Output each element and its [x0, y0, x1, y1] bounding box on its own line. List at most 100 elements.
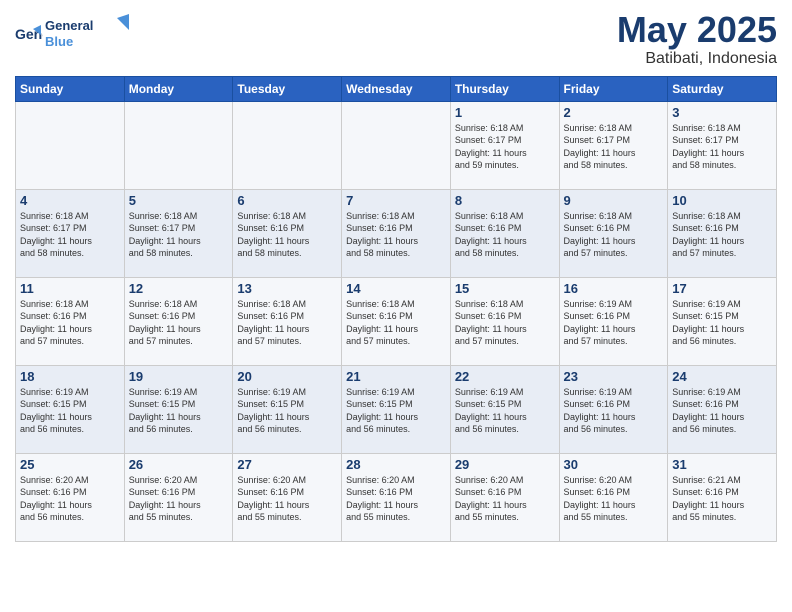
- table-row: 20 Sunrise: 6:19 AM Sunset: 6:15 PM Dayli…: [233, 365, 342, 453]
- day-info: Sunrise: 6:18 AM Sunset: 6:16 PM Dayligh…: [346, 298, 446, 348]
- day-number: 24: [672, 369, 772, 384]
- day-number: 15: [455, 281, 555, 296]
- table-row: 10 Sunrise: 6:18 AM Sunset: 6:16 PM Dayli…: [668, 189, 777, 277]
- col-sunday: Sunday: [16, 76, 125, 101]
- day-number: 3: [672, 105, 772, 120]
- calendar-body: 1 Sunrise: 6:18 AM Sunset: 6:17 PM Daylig…: [16, 101, 777, 541]
- day-number: 7: [346, 193, 446, 208]
- day-info: Sunrise: 6:18 AM Sunset: 6:16 PM Dayligh…: [455, 298, 555, 348]
- table-row: 21 Sunrise: 6:19 AM Sunset: 6:15 PM Dayli…: [342, 365, 451, 453]
- table-row: 24 Sunrise: 6:19 AM Sunset: 6:16 PM Dayli…: [668, 365, 777, 453]
- week-row-5: 25 Sunrise: 6:20 AM Sunset: 6:16 PM Dayli…: [16, 453, 777, 541]
- day-info: Sunrise: 6:19 AM Sunset: 6:15 PM Dayligh…: [346, 386, 446, 436]
- day-info: Sunrise: 6:18 AM Sunset: 6:17 PM Dayligh…: [672, 122, 772, 172]
- table-row: 16Sunrise: 6:19 AM Sunset: 6:16 PM Dayli…: [559, 277, 668, 365]
- col-tuesday: Tuesday: [233, 76, 342, 101]
- day-info: Sunrise: 6:18 AM Sunset: 6:17 PM Dayligh…: [564, 122, 664, 172]
- day-number: 18: [20, 369, 120, 384]
- day-info: Sunrise: 6:20 AM Sunset: 6:16 PM Dayligh…: [455, 474, 555, 524]
- day-info: Sunrise: 6:18 AM Sunset: 6:17 PM Dayligh…: [455, 122, 555, 172]
- table-row: 26Sunrise: 6:20 AM Sunset: 6:16 PM Dayli…: [124, 453, 233, 541]
- day-info: Sunrise: 6:19 AM Sunset: 6:16 PM Dayligh…: [564, 298, 664, 348]
- day-info: Sunrise: 6:19 AM Sunset: 6:16 PM Dayligh…: [672, 386, 772, 436]
- col-friday: Friday: [559, 76, 668, 101]
- day-number: 14: [346, 281, 446, 296]
- day-number: 17: [672, 281, 772, 296]
- logo: General General Blue: [15, 14, 135, 57]
- week-row-2: 4 Sunrise: 6:18 AM Sunset: 6:17 PM Daylig…: [16, 189, 777, 277]
- table-row: 11Sunrise: 6:18 AM Sunset: 6:16 PM Dayli…: [16, 277, 125, 365]
- table-row: 29Sunrise: 6:20 AM Sunset: 6:16 PM Dayli…: [450, 453, 559, 541]
- table-row: 19 Sunrise: 6:19 AM Sunset: 6:15 PM Dayli…: [124, 365, 233, 453]
- day-number: 12: [129, 281, 229, 296]
- table-row: 6 Sunrise: 6:18 AM Sunset: 6:16 PM Daylig…: [233, 189, 342, 277]
- day-info: Sunrise: 6:21 AM Sunset: 6:16 PM Dayligh…: [672, 474, 772, 524]
- day-info: Sunrise: 6:18 AM Sunset: 6:16 PM Dayligh…: [237, 210, 337, 260]
- table-row: 30Sunrise: 6:20 AM Sunset: 6:16 PM Dayli…: [559, 453, 668, 541]
- location-subtitle: Batibati, Indonesia: [617, 50, 777, 68]
- table-row: [124, 101, 233, 189]
- table-row: 3 Sunrise: 6:18 AM Sunset: 6:17 PM Daylig…: [668, 101, 777, 189]
- day-number: 4: [20, 193, 120, 208]
- day-number: 27: [237, 457, 337, 472]
- day-number: 9: [564, 193, 664, 208]
- day-number: 28: [346, 457, 446, 472]
- day-number: 2: [564, 105, 664, 120]
- table-row: [233, 101, 342, 189]
- week-row-1: 1 Sunrise: 6:18 AM Sunset: 6:17 PM Daylig…: [16, 101, 777, 189]
- day-info: Sunrise: 6:19 AM Sunset: 6:15 PM Dayligh…: [672, 298, 772, 348]
- day-info: Sunrise: 6:18 AM Sunset: 6:17 PM Dayligh…: [129, 210, 229, 260]
- day-number: 30: [564, 457, 664, 472]
- day-info: Sunrise: 6:18 AM Sunset: 6:16 PM Dayligh…: [672, 210, 772, 260]
- day-info: Sunrise: 6:18 AM Sunset: 6:16 PM Dayligh…: [455, 210, 555, 260]
- day-info: Sunrise: 6:19 AM Sunset: 6:15 PM Dayligh…: [455, 386, 555, 436]
- main-container: General General Blue May 2025 Batibati, …: [0, 0, 792, 547]
- day-number: 21: [346, 369, 446, 384]
- logo-line1: General Blue: [45, 14, 135, 57]
- col-wednesday: Wednesday: [342, 76, 451, 101]
- day-number: 31: [672, 457, 772, 472]
- day-info: Sunrise: 6:18 AM Sunset: 6:16 PM Dayligh…: [129, 298, 229, 348]
- table-row: 8 Sunrise: 6:18 AM Sunset: 6:16 PM Daylig…: [450, 189, 559, 277]
- day-info: Sunrise: 6:18 AM Sunset: 6:16 PM Dayligh…: [346, 210, 446, 260]
- day-info: Sunrise: 6:18 AM Sunset: 6:16 PM Dayligh…: [20, 298, 120, 348]
- day-number: 19: [129, 369, 229, 384]
- day-info: Sunrise: 6:19 AM Sunset: 6:15 PM Dayligh…: [129, 386, 229, 436]
- day-number: 6: [237, 193, 337, 208]
- table-row: 18Sunrise: 6:19 AM Sunset: 6:15 PM Dayli…: [16, 365, 125, 453]
- table-row: 28 Sunrise: 6:20 AM Sunset: 6:16 PM Dayli…: [342, 453, 451, 541]
- day-info: Sunrise: 6:20 AM Sunset: 6:16 PM Dayligh…: [346, 474, 446, 524]
- table-row: 7 Sunrise: 6:18 AM Sunset: 6:16 PM Daylig…: [342, 189, 451, 277]
- day-number: 13: [237, 281, 337, 296]
- day-number: 22: [455, 369, 555, 384]
- table-row: 14 Sunrise: 6:18 AM Sunset: 6:16 PM Dayli…: [342, 277, 451, 365]
- table-row: 1 Sunrise: 6:18 AM Sunset: 6:17 PM Daylig…: [450, 101, 559, 189]
- day-number: 8: [455, 193, 555, 208]
- day-info: Sunrise: 6:20 AM Sunset: 6:16 PM Dayligh…: [20, 474, 120, 524]
- day-number: 20: [237, 369, 337, 384]
- month-title: May 2025: [617, 10, 777, 50]
- day-info: Sunrise: 6:20 AM Sunset: 6:16 PM Dayligh…: [237, 474, 337, 524]
- calendar-header-row: Sunday Monday Tuesday Wednesday Thursday…: [16, 76, 777, 101]
- table-row: 27 Sunrise: 6:20 AM Sunset: 6:16 PM Dayli…: [233, 453, 342, 541]
- table-row: 22 Sunrise: 6:19 AM Sunset: 6:15 PM Dayli…: [450, 365, 559, 453]
- logo-icon: General: [15, 21, 43, 49]
- table-row: 12 Sunrise: 6:18 AM Sunset: 6:16 PM Dayli…: [124, 277, 233, 365]
- table-row: 17 Sunrise: 6:19 AM Sunset: 6:15 PM Dayli…: [668, 277, 777, 365]
- table-row: 13 Sunrise: 6:18 AM Sunset: 6:16 PM Dayli…: [233, 277, 342, 365]
- table-row: 4 Sunrise: 6:18 AM Sunset: 6:17 PM Daylig…: [16, 189, 125, 277]
- day-number: 10: [672, 193, 772, 208]
- day-number: 23: [564, 369, 664, 384]
- svg-text:Blue: Blue: [45, 34, 73, 49]
- table-row: 31 Sunrise: 6:21 AM Sunset: 6:16 PM Dayli…: [668, 453, 777, 541]
- day-info: Sunrise: 6:18 AM Sunset: 6:17 PM Dayligh…: [20, 210, 120, 260]
- day-number: 25: [20, 457, 120, 472]
- table-row: 15 Sunrise: 6:18 AM Sunset: 6:16 PM Dayli…: [450, 277, 559, 365]
- day-info: Sunrise: 6:18 AM Sunset: 6:16 PM Dayligh…: [564, 210, 664, 260]
- table-row: 5 Sunrise: 6:18 AM Sunset: 6:17 PM Daylig…: [124, 189, 233, 277]
- day-info: Sunrise: 6:18 AM Sunset: 6:16 PM Dayligh…: [237, 298, 337, 348]
- day-info: Sunrise: 6:19 AM Sunset: 6:15 PM Dayligh…: [237, 386, 337, 436]
- day-number: 1: [455, 105, 555, 120]
- day-number: 5: [129, 193, 229, 208]
- calendar-table: Sunday Monday Tuesday Wednesday Thursday…: [15, 76, 777, 542]
